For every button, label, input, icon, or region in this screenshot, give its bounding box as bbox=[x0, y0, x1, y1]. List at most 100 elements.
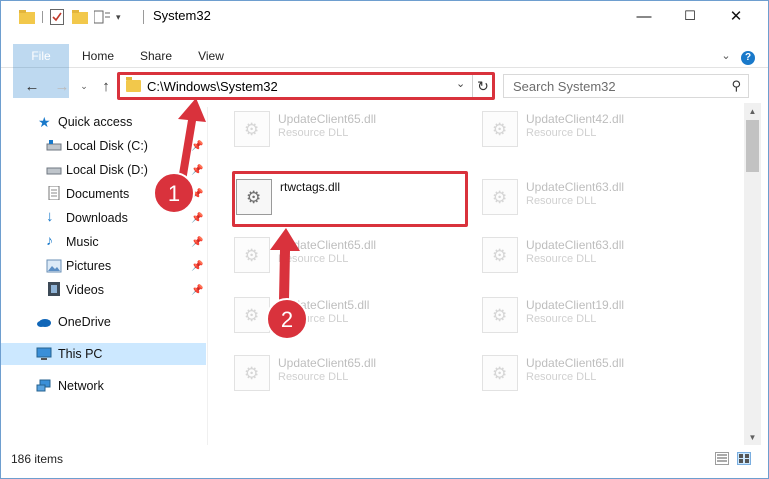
back-button[interactable]: ← bbox=[21, 75, 43, 97]
file-item[interactable]: UpdateClient19.dll Resource DLL bbox=[470, 289, 702, 343]
scroll-up-icon[interactable]: ▲ bbox=[744, 103, 761, 119]
navigation-pane: ★ Quick access Local Disk (C:) 📌 Local D… bbox=[1, 107, 207, 445]
quick-access-toolbar: ▾ bbox=[19, 9, 121, 25]
sidebar-item-label: Local Disk (C:) bbox=[66, 139, 148, 153]
forward-button[interactable]: → bbox=[51, 75, 73, 97]
sidebar-item-local-disk-d[interactable]: Local Disk (D:) 📌 bbox=[1, 159, 206, 181]
pin-icon: 📌 bbox=[191, 284, 204, 296]
file-item[interactable]: UpdateClient65.dll Resource DLL bbox=[222, 103, 454, 157]
dll-file-icon bbox=[482, 179, 518, 215]
pin-icon: 📌 bbox=[191, 188, 204, 200]
toolbar-separator bbox=[42, 11, 43, 23]
address-path[interactable]: C:\Windows\System32 bbox=[147, 79, 278, 94]
file-name: UpdateClient65.dll bbox=[278, 356, 377, 370]
sidebar-item-label: This PC bbox=[58, 347, 103, 361]
item-count: 186 items bbox=[11, 452, 64, 466]
file-type: Resource DLL bbox=[278, 127, 349, 139]
sidebar-item-onedrive[interactable]: OneDrive bbox=[1, 311, 206, 333]
file-item[interactable]: UpdateClient63.dll Resource DLL bbox=[470, 229, 702, 283]
dropdown-icon[interactable]: ▾ bbox=[116, 12, 121, 23]
folder-icon bbox=[19, 10, 35, 24]
scroll-down-icon[interactable]: ▼ bbox=[744, 429, 761, 445]
file-type: Resource DLL bbox=[526, 195, 597, 207]
dll-file-icon bbox=[234, 111, 270, 147]
pane-divider bbox=[207, 107, 208, 445]
file-name: UpdateClient65.dll bbox=[278, 238, 377, 252]
pin-icon: 📌 bbox=[191, 164, 204, 176]
file-item[interactable]: UpdateClient5.dll Resource DLL bbox=[222, 289, 454, 343]
sidebar-item-this-pc[interactable]: This PC bbox=[1, 343, 206, 365]
file-type: Resource DLL bbox=[526, 313, 597, 325]
up-button[interactable]: ↑ bbox=[95, 75, 117, 97]
tab-share[interactable]: Share bbox=[135, 44, 177, 68]
help-icon[interactable]: ? bbox=[739, 44, 757, 68]
pin-icon: 📌 bbox=[191, 140, 204, 152]
pictures-icon bbox=[46, 259, 62, 273]
recent-locations-button[interactable]: ⌄ bbox=[73, 75, 95, 97]
sidebar-item-label: OneDrive bbox=[58, 315, 111, 329]
scroll-thumb[interactable] bbox=[746, 120, 759, 172]
sidebar-item-quick-access[interactable]: ★ Quick access bbox=[1, 111, 206, 133]
title-bar: ▾ System32 — ☐ ✕ bbox=[1, 1, 768, 31]
sidebar-item-label: Pictures bbox=[66, 259, 112, 273]
file-type: Resource DLL bbox=[278, 371, 349, 383]
dll-file-icon bbox=[234, 237, 270, 273]
chevron-down-icon[interactable]: ⌄ bbox=[456, 77, 465, 90]
file-item[interactable]: UpdateClient65.dll Resource DLL bbox=[222, 347, 454, 401]
pin-icon: 📌 bbox=[191, 236, 204, 248]
sidebar-item-local-disk-c[interactable]: Local Disk (C:) 📌 bbox=[1, 135, 206, 157]
file-item[interactable]: UpdateClient63.dll Resource DLL bbox=[470, 171, 702, 225]
window-title: System32 bbox=[153, 8, 211, 23]
new-folder-icon[interactable] bbox=[72, 10, 88, 24]
search-input[interactable]: Search System32 ⚲ bbox=[503, 74, 749, 98]
sidebar-item-label: Local Disk (D:) bbox=[66, 163, 148, 177]
tiles-view-icon[interactable] bbox=[737, 452, 751, 465]
file-item[interactable]: UpdateClient42.dll Resource DLL bbox=[470, 103, 702, 157]
customize-icon[interactable] bbox=[94, 10, 110, 24]
tab-home[interactable]: Home bbox=[77, 44, 119, 68]
file-type: Resource DLL bbox=[278, 253, 349, 265]
sidebar-item-documents[interactable]: Documents 📌 bbox=[1, 183, 206, 205]
folder-icon bbox=[126, 77, 141, 92]
file-type: Resource DLL bbox=[526, 127, 597, 139]
sidebar-item-downloads[interactable]: ↓ Downloads 📌 bbox=[1, 207, 206, 229]
dll-file-icon bbox=[234, 297, 270, 333]
chevron-up-icon[interactable]: ⌄ bbox=[717, 44, 735, 68]
sidebar-item-pictures[interactable]: Pictures 📌 bbox=[1, 255, 206, 277]
drive-icon bbox=[46, 167, 62, 175]
vertical-scrollbar[interactable]: ▲ ▼ bbox=[744, 103, 761, 445]
sidebar-item-network[interactable]: Network bbox=[1, 375, 206, 397]
videos-icon bbox=[48, 282, 60, 296]
sidebar-item-label: Network bbox=[58, 379, 104, 393]
dll-file-icon bbox=[234, 355, 270, 391]
address-bar[interactable]: C:\Windows\System32 ⌄ ↻ bbox=[117, 72, 495, 100]
file-list: UpdateClient65.dll Resource DLL UpdateCl… bbox=[214, 103, 744, 445]
file-type: Resource DLL bbox=[278, 313, 349, 325]
file-name: UpdateClient5.dll bbox=[278, 298, 370, 312]
sidebar-item-label: Downloads bbox=[66, 211, 128, 225]
star-icon: ★ bbox=[38, 114, 51, 130]
file-type: Resource DLL bbox=[526, 371, 597, 383]
close-button[interactable]: ✕ bbox=[713, 1, 759, 31]
file-item[interactable]: UpdateClient65.dll Resource DLL bbox=[470, 347, 702, 401]
maximize-button[interactable]: ☐ bbox=[667, 1, 713, 31]
title-separator bbox=[143, 10, 144, 24]
details-view-icon[interactable] bbox=[715, 452, 729, 465]
pin-icon: 📌 bbox=[191, 260, 204, 272]
explorer-window: ▾ System32 — ☐ ✕ File Home Share View ⌄ … bbox=[0, 0, 769, 479]
pc-icon bbox=[36, 347, 52, 360]
properties-icon[interactable] bbox=[50, 9, 64, 25]
ribbon-tabs: File Home Share View ⌄ ? bbox=[1, 44, 768, 98]
pin-icon: 📌 bbox=[191, 212, 204, 224]
drive-icon bbox=[46, 140, 62, 151]
file-name: UpdateClient63.dll bbox=[526, 180, 625, 194]
search-icon[interactable]: ⚲ bbox=[731, 78, 741, 94]
status-bar: 186 items bbox=[1, 447, 768, 478]
minimize-button[interactable]: — bbox=[621, 1, 667, 31]
sidebar-item-videos[interactable]: Videos 📌 bbox=[1, 279, 206, 301]
refresh-icon[interactable]: ↻ bbox=[472, 75, 493, 97]
file-item[interactable]: UpdateClient65.dll Resource DLL bbox=[222, 229, 454, 283]
sidebar-item-music[interactable]: ♪ Music 📌 bbox=[1, 231, 206, 253]
file-type: Resource DLL bbox=[526, 253, 597, 265]
tab-view[interactable]: View bbox=[193, 44, 229, 68]
